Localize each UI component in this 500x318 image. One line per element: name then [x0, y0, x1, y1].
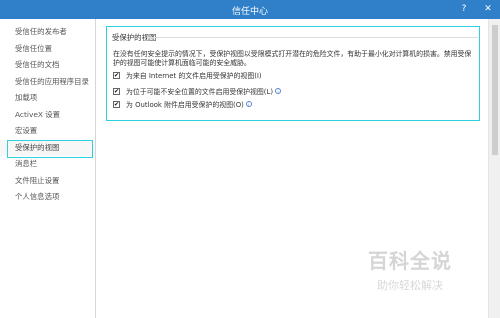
- option-unsafe-locations[interactable]: ✔ 为位于可能不安全位置的文件启用受保护视图(L) i: [113, 86, 282, 96]
- info-icon[interactable]: i: [275, 88, 282, 94]
- sidebar-item-activex[interactable]: ActiveX 设置: [0, 107, 95, 124]
- description-text: 在没有任何安全提示的情况下，受保护视图以受限模式打开潜在的危险文件，有助于最小化…: [113, 50, 472, 67]
- option-label: 为位于可能不安全位置的文件启用受保护视图(L): [126, 88, 274, 96]
- option-internet-files[interactable]: ✔ 为来自 Internet 的文件启用受保护的视图(I): [113, 70, 262, 80]
- option-label: 为 Outlook 附件启用受保护的视图(O): [126, 101, 244, 109]
- info-icon[interactable]: i: [245, 101, 252, 107]
- sidebar-item-add-ins[interactable]: 加载项: [0, 90, 95, 107]
- sidebar-item-macro-settings[interactable]: 宏设置: [0, 123, 95, 140]
- sidebar-item-protected-view[interactable]: 受保护的视图: [0, 139, 95, 157]
- sidebar-item-trusted-app-catalogs[interactable]: 受信任的应用程序目录: [0, 74, 95, 91]
- checkbox-outlook-attachments[interactable]: ✔: [113, 100, 120, 108]
- sidebar-item-file-block[interactable]: 文件阻止设置: [0, 173, 95, 190]
- sidebar-item-trusted-publishers[interactable]: 受信任的发布者: [0, 24, 95, 41]
- close-icon[interactable]: ✕: [480, 2, 496, 16]
- watermark: 百科全说 助你轻松解决: [340, 245, 480, 293]
- checkbox-internet-files[interactable]: ✔: [113, 71, 120, 79]
- scrollbar-thumb[interactable]: [492, 25, 498, 155]
- sidebar-item-privacy-options[interactable]: 个人信息选项: [0, 189, 95, 206]
- sidebar: 受信任的发布者 受信任位置 受信任的文档 受信任的应用程序目录 加载项 Acti…: [0, 19, 96, 318]
- watermark-title: 百科全说: [368, 249, 452, 273]
- sidebar-item-message-bar[interactable]: 消息栏: [0, 156, 95, 173]
- vertical-scrollbar[interactable]: [488, 19, 500, 318]
- help-icon[interactable]: ?: [456, 2, 472, 16]
- title-bar: 信任中心 ? ✕: [0, 0, 500, 19]
- option-outlook-attachments[interactable]: ✔ 为 Outlook 附件启用受保护的视图(O) i: [113, 99, 252, 109]
- section-divider: [147, 37, 478, 38]
- watermark-subtitle: 助你轻松解决: [377, 279, 443, 292]
- window-title: 信任中心: [231, 7, 268, 17]
- sidebar-item-trusted-locations[interactable]: 受信任位置: [0, 41, 95, 58]
- option-label: 为来自 Internet 的文件启用受保护的视图(I): [126, 72, 262, 80]
- checkbox-unsafe-locations[interactable]: ✔: [113, 87, 120, 95]
- sidebar-item-trusted-documents[interactable]: 受信任的文档: [0, 57, 95, 74]
